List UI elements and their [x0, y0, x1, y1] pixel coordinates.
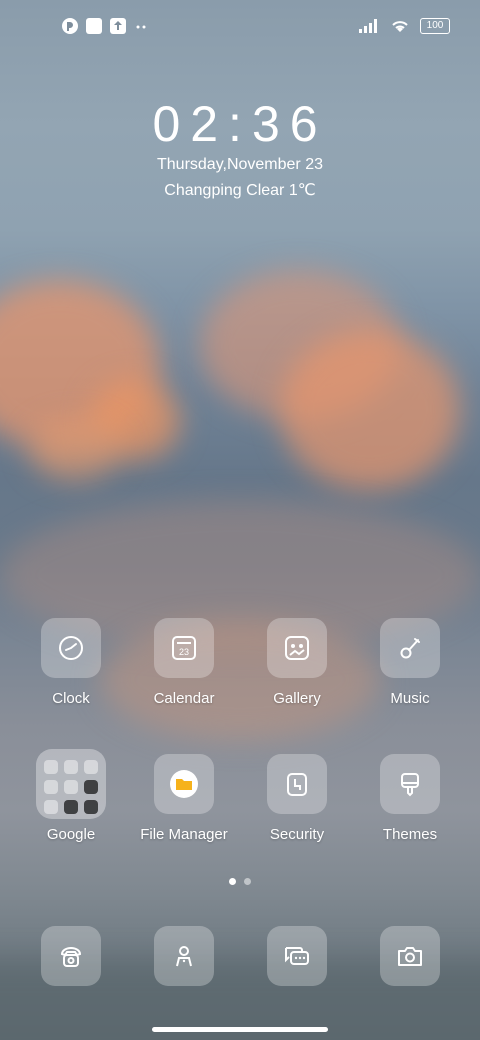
wallpaper-cloud	[30, 420, 120, 480]
app-label: Security	[269, 826, 325, 843]
clock-icon	[41, 618, 101, 678]
folder-mini-app-icon	[84, 760, 98, 774]
square-notification-icon	[86, 18, 102, 34]
calendar-badge: 23	[179, 647, 189, 657]
camera-icon	[380, 926, 440, 986]
app-themes[interactable]: Themes	[355, 754, 465, 843]
page-dot-active[interactable]	[229, 878, 236, 885]
messages-icon	[267, 926, 327, 986]
weather-info[interactable]: Changping Clear 1℃	[0, 180, 480, 200]
app-security[interactable]: Security	[242, 754, 352, 843]
themes-icon	[380, 754, 440, 814]
app-label: Gallery	[273, 690, 321, 707]
folder-mini-app-icon	[44, 760, 58, 774]
contacts-icon	[154, 926, 214, 986]
home-gesture-bar[interactable]	[152, 1027, 328, 1032]
calendar-icon: 23	[154, 618, 214, 678]
more-notifications-icon	[134, 18, 150, 34]
clock-time: 02:36	[152, 96, 328, 152]
app-calendar[interactable]: 23 Calendar	[129, 618, 239, 707]
phone-icon	[41, 926, 101, 986]
app-label: Clock	[52, 690, 90, 707]
app-music[interactable]: Music	[355, 618, 465, 707]
wifi-icon	[390, 18, 410, 34]
folder-mini-app-icon	[64, 780, 78, 794]
folder-mini-app-icon	[44, 780, 58, 794]
security-icon	[267, 754, 327, 814]
app-google-folder[interactable]: Google	[16, 749, 126, 843]
upload-notification-icon	[110, 18, 126, 34]
dock-contacts[interactable]	[129, 926, 239, 986]
app-notification-icon	[62, 18, 78, 34]
app-clock[interactable]: Clock	[16, 618, 126, 707]
app-file-manager[interactable]: File Manager	[129, 754, 239, 843]
folder-mini-app-icon	[84, 800, 98, 814]
folder-mini-app-icon	[64, 800, 78, 814]
clock-widget[interactable]: 02:36 Thursday,November 23 Changping Cle…	[0, 96, 480, 200]
folder-mini-app-icon	[64, 760, 78, 774]
page-dot[interactable]	[244, 878, 251, 885]
page-indicator[interactable]	[0, 878, 480, 885]
music-icon	[380, 618, 440, 678]
app-label: File Manager	[140, 826, 228, 843]
signal-icon	[358, 18, 380, 34]
app-label: Google	[46, 826, 96, 843]
battery-icon: 100	[420, 18, 450, 34]
status-bar: 100	[0, 14, 480, 42]
dock-messages[interactable]	[242, 926, 352, 986]
folder-icon	[154, 754, 214, 814]
gallery-icon	[267, 618, 327, 678]
app-gallery[interactable]: Gallery	[242, 618, 352, 707]
dock-camera[interactable]	[355, 926, 465, 986]
app-label: Themes	[382, 826, 438, 843]
app-label: Calendar	[153, 690, 215, 707]
google-folder-icon	[36, 749, 106, 819]
clock-date: Thursday,November 23	[157, 156, 323, 173]
home-screen: 100 02:36 Thursday,November 23 Changping…	[0, 0, 480, 1040]
folder-mini-app-icon	[44, 800, 58, 814]
folder-mini-app-icon	[84, 780, 98, 794]
app-label: Music	[390, 690, 430, 707]
wallpaper-cloud	[280, 330, 460, 490]
dock-phone[interactable]	[16, 926, 126, 986]
